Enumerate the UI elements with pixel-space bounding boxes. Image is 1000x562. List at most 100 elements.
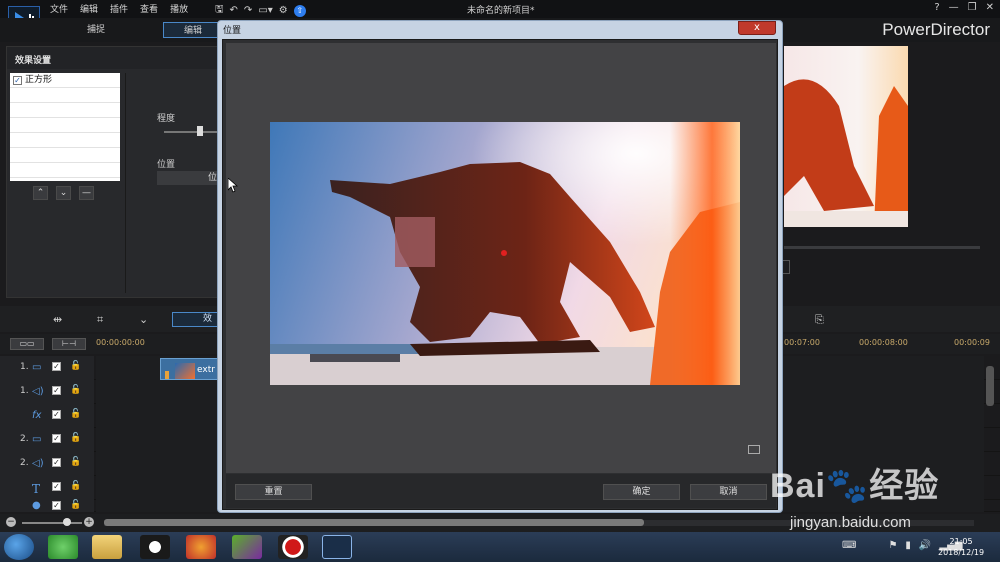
track-header: T ✓ 🔓 [0,476,94,500]
fit-to-screen-icon[interactable] [748,445,760,454]
list-item-empty [10,163,120,178]
save-icon[interactable]: 🖫 [215,2,224,19]
effect-checkbox[interactable]: ✓ [13,75,22,85]
notification-icon[interactable]: ⇧ [293,4,306,17]
menu-play[interactable]: 播放 [170,2,188,15]
clock-date: 2018/12/19 [938,548,985,557]
track-number: 1. [20,386,29,396]
preview-photo [270,122,740,385]
panel-title: 效果设置 [15,56,52,66]
close-button[interactable]: ✕ [986,2,994,13]
restore-button[interactable]: ❐ [968,2,977,13]
cancel-button[interactable]: 取消 [690,484,767,500]
dropdown-circle-icon[interactable]: ⌄ [139,313,148,326]
zoom-slider-thumb[interactable] [63,518,71,526]
aspect-ratio-icon[interactable]: ▭▾ [258,5,272,16]
horizontal-scroll-thumb[interactable] [104,519,644,526]
degree-slider-track[interactable] [164,131,219,133]
menu-file[interactable]: 文件 [50,2,68,15]
media-app-icon[interactable] [232,535,262,559]
brand-title: PowerDirector [882,20,990,39]
track-enable-checkbox[interactable]: ✓ [52,434,61,443]
keyboard-icon[interactable]: ⌨ [842,540,856,551]
lock-icon[interactable]: 🔓 [70,457,81,467]
screen-recorder-icon[interactable] [278,535,308,559]
ok-button[interactable]: 确定 [603,484,680,500]
track-enable-checkbox[interactable]: ✓ [52,458,61,467]
lock-icon[interactable]: 🔓 [70,385,81,395]
skateboarder-image [270,122,740,385]
minimize-button[interactable]: — [949,2,959,13]
track-enable-checkbox[interactable]: ✓ [52,410,61,419]
zoom-out-button[interactable]: − [6,517,16,527]
menu-plugins[interactable]: 插件 [110,2,128,15]
track-enable-checkbox[interactable]: ✓ [52,482,61,491]
refresh-app-icon[interactable] [48,535,78,559]
dialog-close-button[interactable]: x [738,21,776,35]
powerdirector-taskbar-icon[interactable] [322,535,352,559]
position-canvas[interactable] [226,43,776,473]
undo-icon[interactable]: ↶ [230,5,238,16]
lock-icon[interactable]: 🔓 [70,500,81,510]
track-header: 2. ◁) ✓ 🔓 [0,452,94,476]
track-header: ● ✓ 🔓 [0,500,94,512]
zoom-slider-track[interactable] [22,522,82,524]
fit-timeline-button[interactable]: ⊢⊣ [52,338,86,350]
track-enable-checkbox[interactable]: ✓ [52,501,61,510]
menu-view[interactable]: 查看 [140,2,158,15]
split-icon[interactable]: ⇹ [53,313,62,326]
remove-button[interactable]: — [79,186,94,200]
track-header: 1. ▭ ✓ 🔓 [0,356,94,380]
clip-label: extr [197,365,215,375]
menu-edit[interactable]: 编辑 [80,2,98,15]
settings-gear-icon[interactable]: ⚙ [279,5,288,16]
timeline-vertical-scrollbar[interactable] [986,366,994,406]
start-button-icon[interactable] [4,534,34,560]
list-item-empty [10,133,120,148]
qq-icon[interactable] [140,535,170,559]
video-track-icon: ▭ [32,434,42,445]
preview-window [784,46,908,227]
volume-icon[interactable]: 🔊 [919,540,931,551]
ruler-tick: 00:00:09 [954,338,990,347]
panel-divider [125,73,126,293]
track-enable-checkbox[interactable]: ✓ [52,362,61,371]
preview-scrubber[interactable] [784,246,980,249]
track-number: 2. [20,458,29,468]
window-controls: ? — ❐ ✕ [934,2,994,13]
track-manager-button[interactable]: ▭▭ [10,338,44,350]
list-item-empty [10,103,120,118]
export-icon[interactable]: ⎘ [815,313,824,327]
security-icon[interactable]: ⚑ [888,540,897,551]
file-explorer-icon[interactable] [92,535,122,559]
lock-icon[interactable]: 🔓 [70,409,81,419]
track-enable-checkbox[interactable]: ✓ [52,386,61,395]
move-down-button[interactable]: ⌄ [56,186,71,200]
fx-button[interactable]: 效 [172,312,222,327]
list-item[interactable]: ✓ 正方形 [10,73,120,88]
track-header: 2. ▭ ✓ 🔓 [0,428,94,452]
position-dialog: 位置 x 重置 确定 取消 [217,20,783,513]
move-up-button[interactable]: ⌃ [33,186,48,200]
baidu-watermark: Bai🐾经验 jingyan.baidu.com [770,458,990,538]
clip-thumbnail [175,363,195,379]
video-clip[interactable]: extr [160,358,218,380]
preview-control[interactable] [782,260,790,274]
redo-icon[interactable]: ↷ [244,5,252,16]
position-button[interactable]: 位 [157,171,221,185]
zoom-in-button[interactable]: + [84,517,94,527]
lock-icon[interactable]: 🔓 [70,481,81,491]
system-clock[interactable]: 21:05 2018/12/19 [938,536,984,558]
lock-icon[interactable]: 🔓 [70,361,81,371]
reset-button[interactable]: 重置 [235,484,312,500]
dialog-title: 位置 [223,26,242,36]
tab-capture[interactable]: 捕捉 [60,22,132,38]
firefox-icon[interactable] [186,535,216,559]
degree-slider-thumb[interactable] [197,126,203,136]
help-button[interactable]: ? [934,2,939,13]
tab-edit[interactable]: 编辑 [163,22,223,38]
track-number: 2. [20,434,29,444]
crop-icon[interactable]: ⌗ [97,313,103,327]
lock-icon[interactable]: 🔓 [70,433,81,443]
device-icon[interactable]: ▮ [905,540,911,551]
